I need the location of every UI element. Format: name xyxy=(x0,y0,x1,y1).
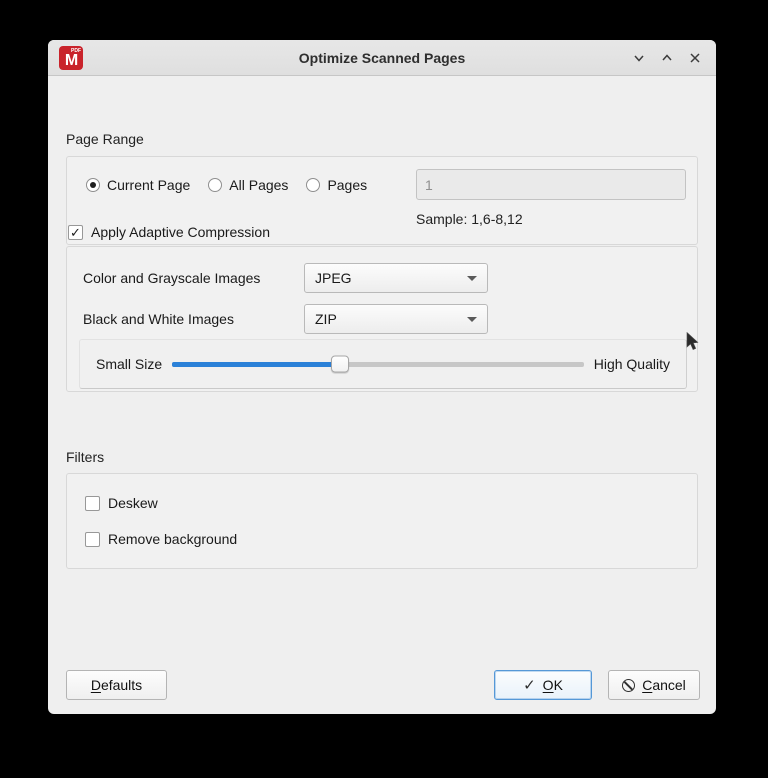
black-white-label: Black and White Images xyxy=(83,311,234,327)
remove-background-checkbox[interactable]: ✓ xyxy=(85,531,100,547)
minimize-button[interactable] xyxy=(628,47,650,69)
deskew-row[interactable]: ✓ Deskew xyxy=(85,495,158,511)
black-white-dropdown[interactable]: ZIP xyxy=(304,304,488,334)
cancel-button-label: Cancel xyxy=(642,677,686,693)
filters-section-title: Filters xyxy=(66,449,105,465)
apply-compression-checkbox[interactable]: ✓ xyxy=(68,224,83,240)
color-grayscale-dropdown[interactable]: JPEG xyxy=(304,263,488,293)
radio-label: Pages xyxy=(327,176,368,193)
slider-handle[interactable] xyxy=(331,355,350,373)
compression-groupbox: Color and Grayscale Images JPEG Black an… xyxy=(66,246,698,392)
sample-hint: Sample: 1,6-8,12 xyxy=(416,211,523,227)
close-icon xyxy=(690,53,700,63)
ok-check-icon: ✓ xyxy=(523,677,536,694)
pages-range-input[interactable] xyxy=(416,169,686,200)
optimize-scanned-pages-dialog: M PDF Optimize Scanned Pages Page Range … xyxy=(48,40,716,714)
dropdown-arrow-icon xyxy=(467,316,477,322)
slider-right-label: High Quality xyxy=(593,356,670,372)
cancel-button[interactable]: Cancel xyxy=(608,670,700,700)
defaults-button-label: Defaults xyxy=(90,677,143,693)
radio-label: All Pages xyxy=(229,176,289,193)
slider-left-label: Small Size xyxy=(96,356,163,372)
deskew-checkbox[interactable]: ✓ xyxy=(85,495,100,511)
defaults-button[interactable]: Defaults xyxy=(66,670,167,700)
radio-circle xyxy=(306,177,321,192)
slider-fill xyxy=(172,361,341,367)
quality-slider-track[interactable] xyxy=(172,355,584,373)
page-range-section-title: Page Range xyxy=(66,131,144,147)
color-grayscale-label: Color and Grayscale Images xyxy=(83,270,261,286)
page-range-radio-row: Current Page All Pages Pages xyxy=(86,169,367,200)
remove-background-label: Remove background xyxy=(108,531,238,547)
remove-background-row[interactable]: ✓ Remove background xyxy=(85,531,237,547)
dropdown-arrow-icon xyxy=(467,275,477,281)
chevron-down-icon xyxy=(634,55,644,62)
dropdown-value: JPEG xyxy=(315,270,352,286)
maximize-button[interactable] xyxy=(656,47,678,69)
dropdown-value: ZIP xyxy=(315,311,337,327)
radio-pages[interactable]: Pages xyxy=(306,177,367,193)
app-logo-icon: M PDF xyxy=(59,46,83,70)
window-title: Optimize Scanned Pages xyxy=(298,49,466,66)
apply-compression-row[interactable]: ✓ Apply Adaptive Compression xyxy=(68,224,270,240)
filters-groupbox: ✓ Deskew ✓ Remove background xyxy=(66,473,698,569)
radio-label: Current Page xyxy=(107,176,191,193)
radio-all-pages[interactable]: All Pages xyxy=(208,177,288,193)
deskew-label: Deskew xyxy=(108,495,158,511)
chevron-up-icon xyxy=(662,54,672,61)
ok-button-label: OK xyxy=(542,677,563,693)
radio-circle xyxy=(208,177,223,192)
ok-button[interactable]: ✓ OK xyxy=(494,670,592,700)
window-controls xyxy=(628,40,706,76)
radio-current-page[interactable]: Current Page xyxy=(86,177,190,193)
close-button[interactable] xyxy=(684,47,706,69)
app-logo-letter: M xyxy=(64,52,78,69)
cancel-slash-icon xyxy=(622,678,636,692)
radio-circle xyxy=(86,177,100,192)
quality-slider-frame: Small Size High Quality xyxy=(79,339,687,389)
titlebar: M PDF Optimize Scanned Pages xyxy=(48,40,716,76)
checkmark-icon: ✓ xyxy=(70,224,81,240)
apply-compression-label: Apply Adaptive Compression xyxy=(91,224,270,240)
app-logo-badge: PDF xyxy=(71,48,81,54)
screen-background: { "window": { "title": "Optimize Scanned… xyxy=(0,0,768,778)
